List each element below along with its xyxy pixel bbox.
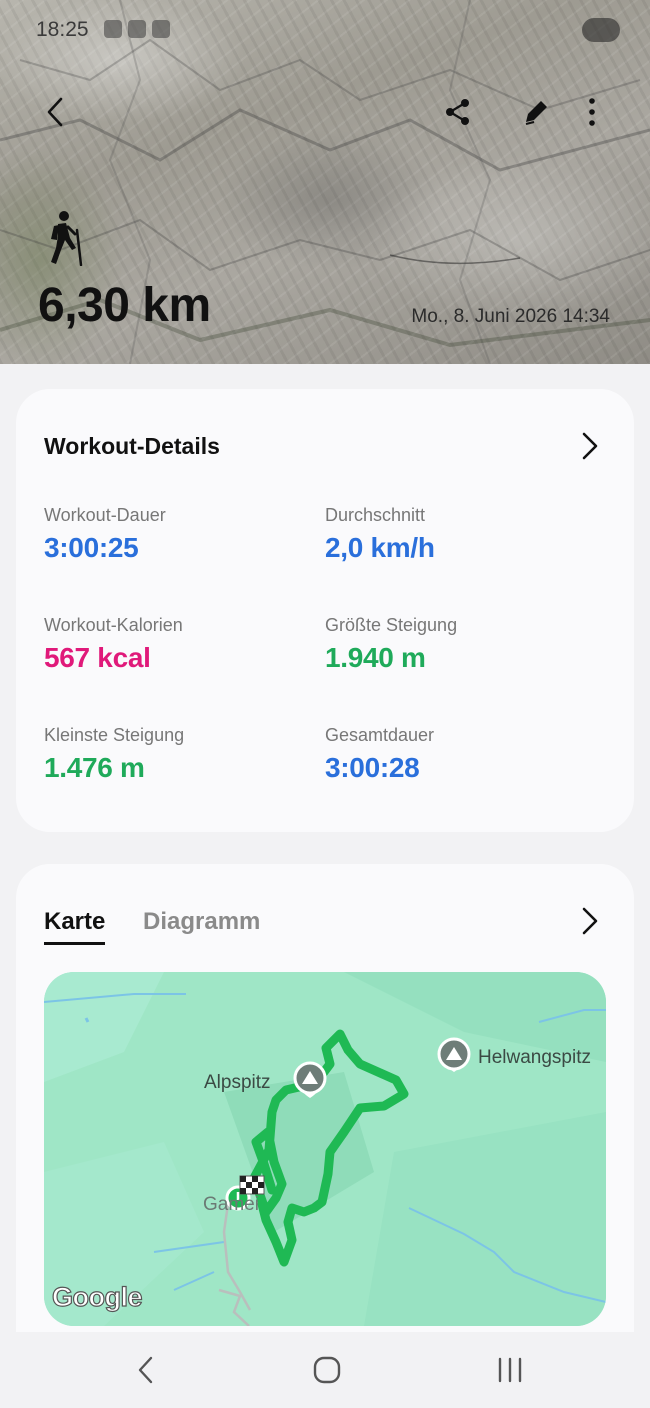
edit-button[interactable] [516,92,556,132]
status-time: 18:25 [36,18,89,41]
back-icon [47,97,63,127]
chevron-right-icon[interactable] [576,431,602,461]
workout-datetime: Mo., 8. Juni 2026 14:34 [411,306,610,327]
metric-label: Größte Steigung [325,615,458,635]
metric-label: Kleinste Steigung [44,725,185,745]
nav-home-button[interactable] [307,1352,347,1388]
status-icons [104,20,170,38]
metric-workout-duration: Workout-Dauer 3:00:25 [44,505,166,564]
more-button[interactable] [572,92,612,132]
nav-home-icon [313,1356,341,1384]
back-button[interactable] [36,92,76,132]
nav-back-button[interactable] [126,1352,166,1388]
metric-value: 2,0 km/h [325,532,435,563]
metric-value: 3:00:25 [44,532,139,563]
distance-value: 6,30 km [38,279,211,332]
edit-icon [525,101,547,125]
metric-calories: Workout-Kalorien 567 kcal [44,615,183,674]
share-button[interactable] [438,92,478,132]
battery-icon [582,18,620,42]
cloud-icon [104,20,122,38]
map-graphic [44,972,606,1326]
metric-label: Workout-Kalorien [44,615,183,635]
metric-value: 1.476 m [44,752,145,783]
workout-details-card[interactable]: Workout-Details Workout-Dauer 3:00:25 Du… [16,389,634,832]
system-navbar [0,1332,650,1408]
chevron-right-icon[interactable] [576,906,602,936]
mail-icon [152,20,170,38]
route-map[interactable]: Alpspitz Helwangspitz Gamei Google [44,972,606,1326]
tab-map[interactable]: Karte [44,908,106,945]
map-label-alpspitz: Alpspitz [204,1072,271,1093]
metric-max-elevation: Größte Steigung 1.940 m [325,615,457,674]
metric-min-elevation: Kleinste Steigung 1.476 m [44,725,184,784]
card-title: Workout-Details [44,433,220,459]
map-label-helwangspitz: Helwangspitz [478,1047,591,1068]
metric-label: Workout-Dauer [44,505,166,525]
metric-total-duration: Gesamtdauer 3:00:28 [325,725,434,784]
whatsapp-icon [128,20,146,38]
metric-average-speed: Durchschnitt 2,0 km/h [325,505,435,564]
tab-chart[interactable]: Diagramm [143,908,260,936]
metric-value: 567 kcal [44,642,151,673]
nav-recent-button[interactable] [490,1352,530,1388]
nav-recent-icon [498,1357,522,1383]
share-icon [446,99,469,125]
map-card: Karte Diagramm Alpspitz Helwangspitz Gam… [16,864,634,1344]
hero-image: 18:25 6,30 km Mo., 8. Juni 2026 14:34 [0,0,650,364]
metric-label: Durchschnitt [325,505,426,525]
hiking-icon [51,211,83,266]
map-label-garmi: Gamei [203,1194,259,1215]
google-logo: Google [51,1281,143,1312]
nav-back-icon [138,1356,153,1384]
metric-value: 3:00:28 [325,752,420,783]
metric-value: 1.940 m [325,642,426,673]
metric-label: Gesamtdauer [325,725,435,745]
more-icon [589,98,595,126]
